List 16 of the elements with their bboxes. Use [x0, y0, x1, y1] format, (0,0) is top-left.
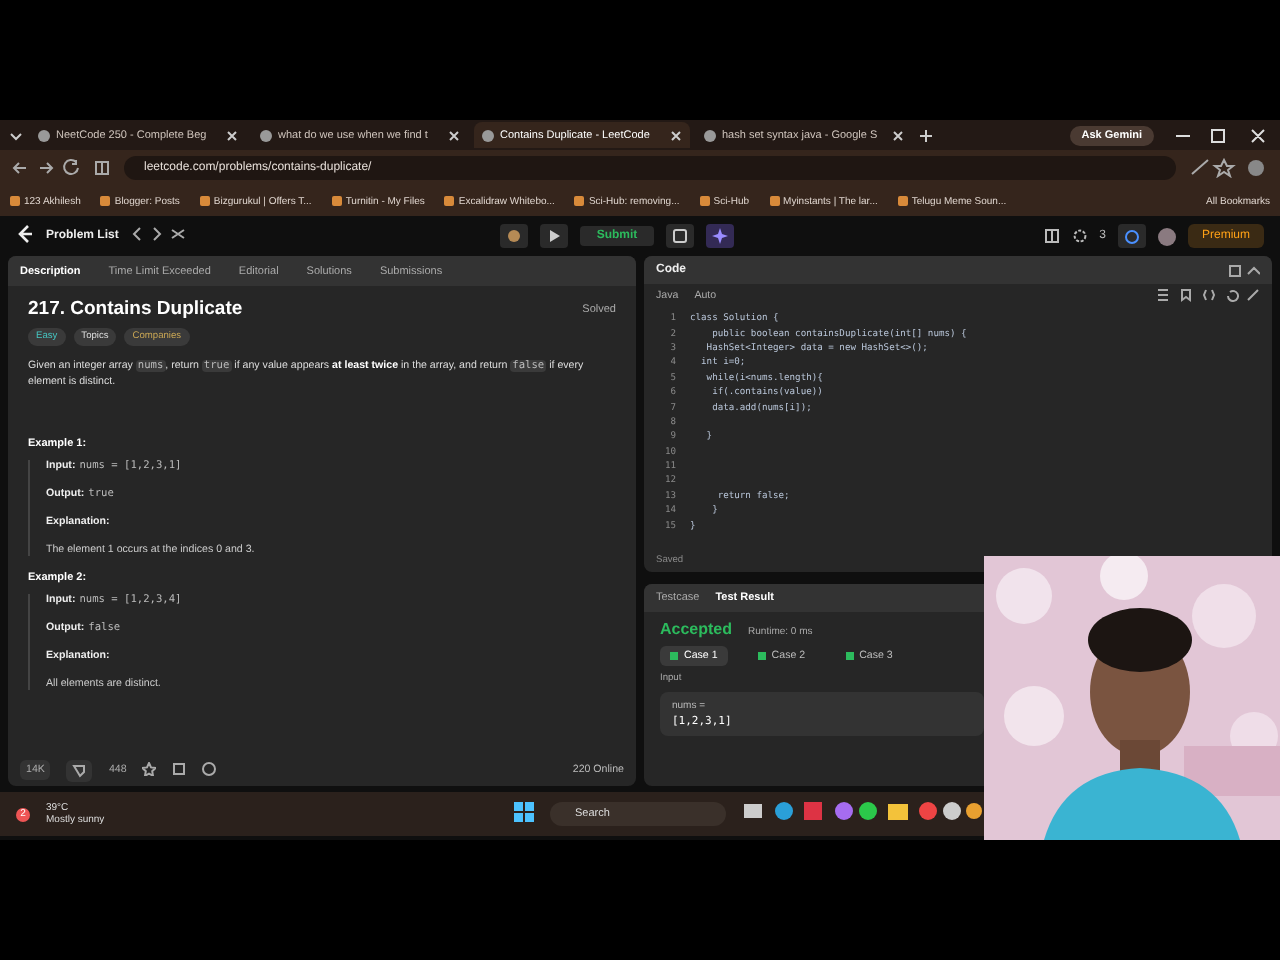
close-icon[interactable]: [226, 129, 238, 141]
close-icon[interactable]: [448, 129, 460, 141]
browser-toolbar-icons-drawing[interactable]: [1188, 158, 1268, 178]
problem-title: 217. Contains Duplicate: [28, 298, 243, 320]
layout-icon[interactable]: [1043, 228, 1060, 244]
avatar[interactable]: [1158, 227, 1176, 245]
editor-tools-icons-drawing[interactable]: [1156, 287, 1260, 305]
close-icon[interactable]: [892, 129, 904, 141]
close-icon[interactable]: [670, 129, 682, 141]
new-tab-icon[interactable]: [918, 127, 934, 143]
sparkle-icon[interactable]: [705, 224, 734, 248]
star-icon[interactable]: [142, 761, 157, 779]
navigation-icons-drawing[interactable]: [12, 158, 112, 178]
verdict-label: Accepted: [660, 620, 733, 638]
tab-menu-icon[interactable]: [8, 127, 24, 143]
run-icon[interactable]: [540, 224, 569, 248]
